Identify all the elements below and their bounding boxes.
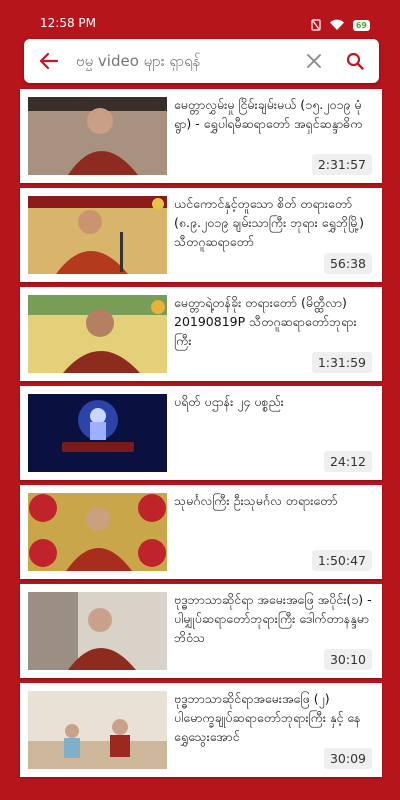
back-button[interactable] [24,52,74,70]
video-title: သုမင်္ဂလကြီး ဦးသုမင်္ဂလ တရားတော် [174,493,338,508]
status-time: 12:58 PM [40,16,96,30]
wifi-icon [329,16,345,35]
sim-off-icon [311,16,321,35]
video-card[interactable]: ဗုဒ္ဓဘာသာဆိုင်ရာအမေးအဖြေ (၂) ပါမောက္ခချု… [20,683,382,777]
video-card[interactable]: မေတ္တာလွှမ်းမှု ငြိမ်းချမ်းမယ် (၁၅.၂၀၁၉ … [20,89,382,183]
video-title: ဗုဒ္ဓဘာသာဆိုင်ရာအမေးအဖြေ (၂) ပါမောက္ခချု… [174,691,361,744]
arrow-left-icon [39,52,59,70]
video-card[interactable]: ယင်ကောင်နှင့်တူသော စိတ် တရားတော် (၈.၉.၂၀… [20,188,382,282]
search-input[interactable] [74,51,297,71]
video-list: မေတ္တာလွှမ်းမှု ငြိမ်းချမ်းမယ် (၁၅.၂၀၁၉ … [20,89,382,782]
video-title: ဗုဒ္ဓဘာသာဆိုင်ရာ အမေးအဖြေ အပိုင်း(၁) - ပ… [174,592,372,645]
status-icons: 69 [311,16,370,35]
search-button[interactable] [331,52,379,70]
video-thumbnail [28,295,167,373]
search-icon [346,52,364,70]
video-thumbnail [28,493,167,571]
close-icon [307,54,321,68]
video-card[interactable]: ပရိတ် ပဌာန်း ၂၄ ပစ္စည်း 24:12 [20,386,382,480]
video-card[interactable]: သုမင်္ဂလကြီး ဦးသုမင်္ဂလ တရားတော် 1:50:47 [20,485,382,579]
video-title: မေတ္တာရဲ့တန်ခိုး တရားတော် (မိတ္ထီလာ) 201… [174,295,357,348]
video-card[interactable]: မေတ္တာရဲ့တန်ခိုး တရားတော် (မိတ္ထီလာ) 201… [20,287,382,381]
video-duration: 1:50:47 [311,550,372,571]
video-thumbnail [28,691,167,769]
video-duration: 1:31:59 [311,352,372,373]
video-card[interactable]: ဗုဒ္ဓဘာသာဆိုင်ရာ အမေးအဖြေ အပိုင်း(၁) - ပ… [20,584,382,678]
video-title: မေတ္တာလွှမ်းမှု ငြိမ်းချမ်းမယ် (၁၅.၂၀၁၉ … [174,97,363,131]
video-thumbnail [28,196,167,274]
video-thumbnail [28,394,167,472]
video-thumbnail [28,97,167,175]
video-thumbnail [28,592,167,670]
video-title: ယင်ကောင်နှင့်တူသော စိတ် တရားတော် (၈.၉.၂၀… [174,196,365,249]
clear-button[interactable] [297,54,331,68]
video-title: ပရိတ် ပဌာန်း ၂၄ ပစ္စည်း [174,394,284,409]
video-duration: 2:31:57 [311,154,372,175]
video-duration: 24:12 [323,451,372,472]
video-duration: 30:09 [323,748,372,769]
video-duration: 56:38 [323,253,372,274]
video-duration: 30:10 [323,649,372,670]
search-bar [24,39,379,83]
battery-icon: 69 [352,20,370,31]
